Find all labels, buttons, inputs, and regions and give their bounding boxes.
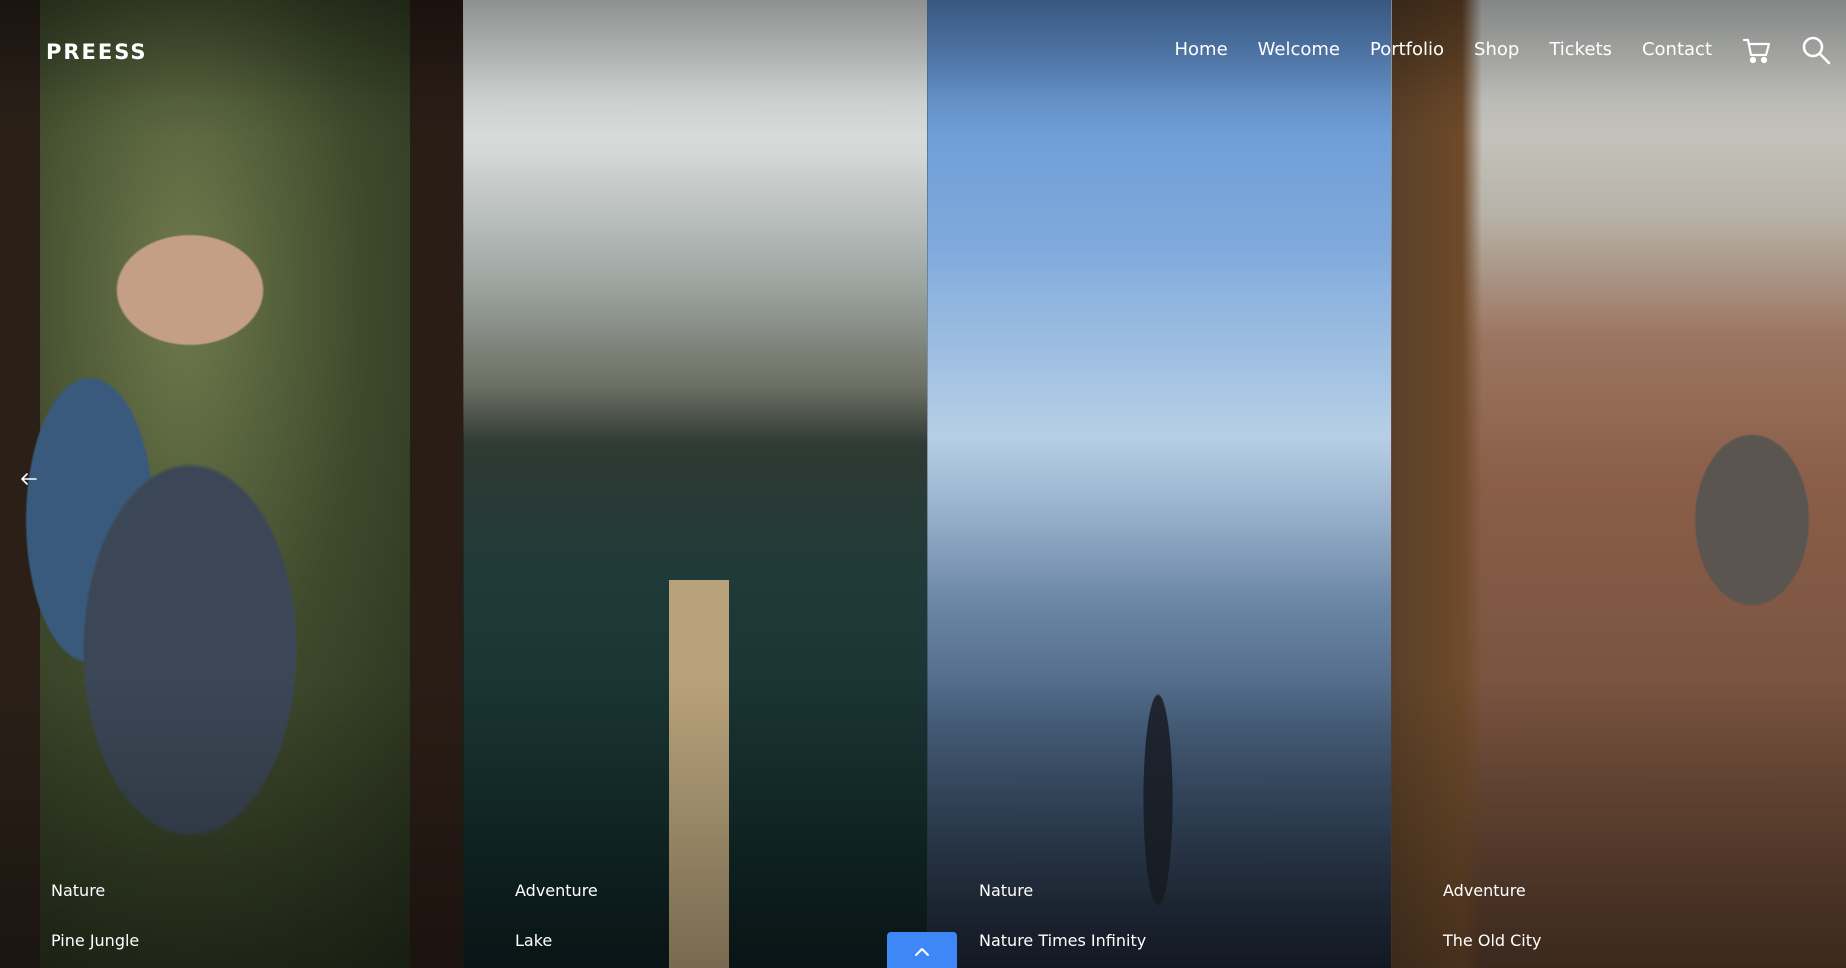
slider-panel-nature-times-infinity[interactable]: Nature Nature Times Infinity: [927, 0, 1391, 968]
scroll-to-top-button[interactable]: [887, 932, 957, 968]
arrow-left-icon[interactable]: [18, 468, 40, 490]
panel-title[interactable]: Nature Times Infinity: [979, 931, 1146, 950]
panel-category[interactable]: Adventure: [515, 881, 598, 900]
portfolio-slider: Nature Pine Jungle Adventure Lake Nature…: [0, 0, 1846, 968]
slider-panel-old-city[interactable]: Adventure The Old City: [1391, 0, 1846, 968]
panel-category[interactable]: Adventure: [1443, 881, 1526, 900]
nav-item-tickets[interactable]: Tickets: [1549, 39, 1612, 60]
nav-item-contact[interactable]: Contact: [1642, 39, 1712, 60]
slider-panel-lake[interactable]: Adventure Lake: [463, 0, 927, 968]
panel-category[interactable]: Nature: [51, 881, 105, 900]
search-icon[interactable]: [1800, 34, 1832, 66]
cart-icon[interactable]: [1741, 34, 1773, 66]
nav-item-portfolio[interactable]: Portfolio: [1370, 39, 1444, 60]
page: Nature Pine Jungle Adventure Lake Nature…: [0, 0, 1846, 968]
site-header: PREESS Home Welcome Portfolio Shop Ticke…: [0, 0, 1846, 100]
nav-item-shop[interactable]: Shop: [1474, 39, 1519, 60]
chevron-up-icon: [915, 948, 929, 956]
panel-title[interactable]: The Old City: [1443, 931, 1541, 950]
panel-title[interactable]: Lake: [515, 931, 552, 950]
slider-panel-pine-jungle[interactable]: Nature Pine Jungle: [0, 0, 463, 968]
main-nav: Home Welcome Portfolio Shop Tickets Cont…: [1174, 39, 1712, 60]
nav-item-welcome[interactable]: Welcome: [1258, 39, 1340, 60]
panel-title[interactable]: Pine Jungle: [51, 931, 139, 950]
panel-category[interactable]: Nature: [979, 881, 1033, 900]
site-logo[interactable]: PREESS: [46, 40, 148, 64]
nav-item-home[interactable]: Home: [1174, 39, 1227, 60]
